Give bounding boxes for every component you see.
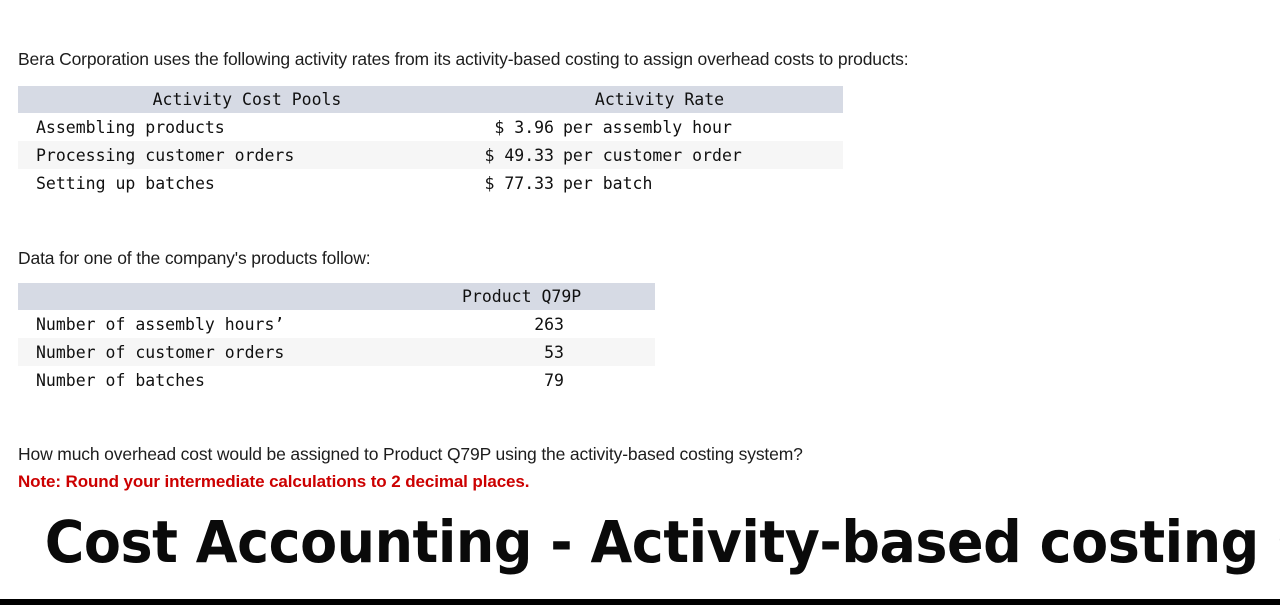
cell-measure-label: Number of batches: [18, 366, 458, 394]
bottom-black-bar: [0, 599, 1280, 605]
banner-title: Cost Accounting - Activity-based costing…: [44, 508, 1280, 576]
cell-measure-value: 53: [458, 338, 655, 366]
column-header-product-q79p: Product Q79P: [458, 283, 655, 310]
cell-cost-pool: Processing customer orders: [18, 141, 476, 169]
intro-paragraph: Bera Corporation uses the following acti…: [18, 48, 909, 69]
cell-measure-value: 263: [458, 310, 655, 338]
rounding-note: Note: Round your intermediate calculatio…: [18, 472, 530, 491]
table-row: Processing customer orders $ 49.33 per cu…: [18, 141, 843, 169]
rate-unit: per customer order: [563, 145, 742, 165]
cell-activity-rate: $ 3.96 per assembly hour: [476, 113, 843, 141]
table-row: Number of customer orders 53: [18, 338, 655, 366]
cell-activity-rate: $ 49.33 per customer order: [476, 141, 843, 169]
column-header-blank: [18, 283, 458, 310]
table-row: Setting up batches $ 77.33 per batch: [18, 169, 843, 197]
column-header-activity-cost-pools: Activity Cost Pools: [18, 86, 476, 113]
table-row: Assembling products $ 3.96 per assembly h…: [18, 113, 843, 141]
table-row: Number of batches 79: [18, 366, 655, 394]
cell-measure-label: Number of customer orders: [18, 338, 458, 366]
cell-cost-pool: Setting up batches: [18, 169, 476, 197]
cell-activity-rate: $ 77.33 per batch: [476, 169, 843, 197]
rate-amount: $ 3.96: [494, 117, 554, 137]
cell-measure-value: 79: [458, 366, 655, 394]
rate-amount: $ 49.33: [484, 145, 554, 165]
rate-unit: per batch: [563, 173, 653, 193]
cell-cost-pool: Assembling products: [18, 113, 476, 141]
table-header-row: Product Q79P: [18, 283, 655, 310]
table-header-row: Activity Cost Pools Activity Rate: [18, 86, 843, 113]
cell-measure-label: Number of assembly hours’: [18, 310, 458, 338]
question-paragraph: How much overhead cost would be assigned…: [18, 443, 803, 464]
rate-amount: $ 77.33: [484, 173, 554, 193]
problem-page: Bera Corporation uses the following acti…: [0, 0, 1280, 605]
activity-rate-table: Activity Cost Pools Activity Rate Assemb…: [18, 86, 843, 197]
table-row: Number of assembly hours’ 263: [18, 310, 655, 338]
rate-unit: per assembly hour: [563, 117, 732, 137]
product-data-lead-paragraph: Data for one of the company's products f…: [18, 247, 371, 268]
column-header-activity-rate: Activity Rate: [476, 86, 843, 113]
product-data-table: Product Q79P Number of assembly hours’ 2…: [18, 283, 655, 394]
